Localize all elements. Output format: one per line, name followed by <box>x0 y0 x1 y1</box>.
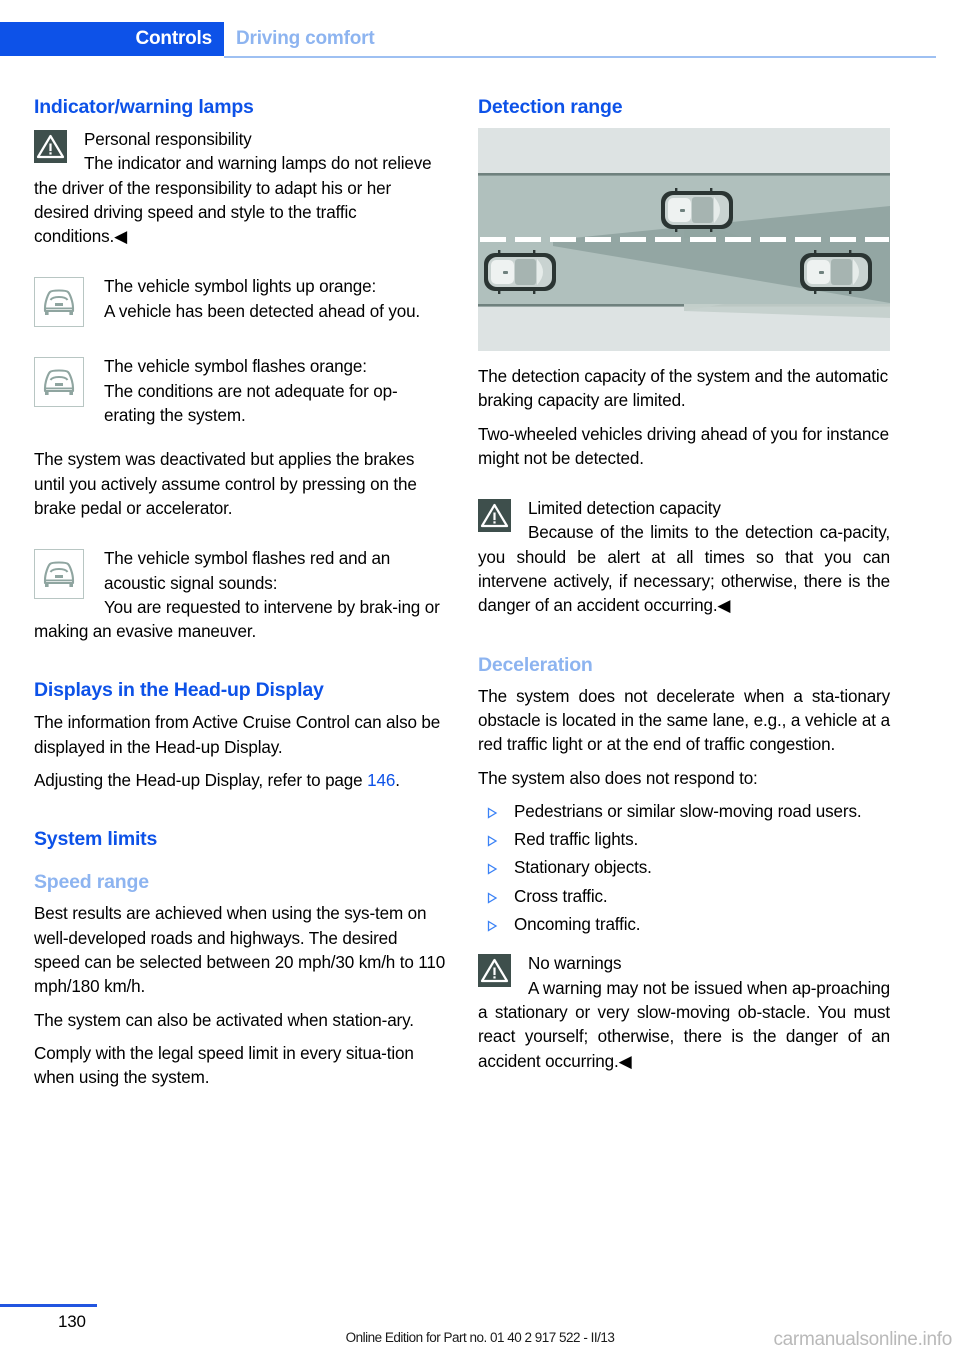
heading-detection-range: Detection range <box>478 96 623 118</box>
paragraph-hud-adjust-post: . <box>395 771 400 791</box>
paragraph-detection-capacity: The detection capacity of the system and… <box>478 367 888 411</box>
symbol-block-orange-flashing: The vehicle symbol flashes orange: The c… <box>34 355 446 428</box>
list-item-label: Stationary objects. <box>514 858 652 878</box>
warning-triangle-icon <box>478 954 511 988</box>
list-item-label: Oncoming traffic. <box>514 915 641 935</box>
car-front-symbol-icon <box>34 277 84 328</box>
bullet-triangle-icon <box>482 863 498 876</box>
list-item-label: Red traffic lights. <box>514 830 639 850</box>
paragraph-best-results: Best results are achieved when using the… <box>34 904 446 997</box>
list-item: Stationary objects. <box>478 856 890 880</box>
warning-no-warnings: No warnings A warning may not be issued … <box>478 952 890 1073</box>
header-divider <box>224 56 936 58</box>
heading-speed-range: Speed range <box>34 871 149 894</box>
own-vehicle <box>484 250 556 294</box>
right-column: Detection range The detection capacity o… <box>478 96 890 1083</box>
warning-personal-responsibility: Personal responsibility The indicator an… <box>34 128 446 249</box>
page-number: 130 <box>58 1312 86 1331</box>
detection-range-diagram <box>478 128 890 351</box>
symbol-block-orange-steady: The vehicle symbol lights up orange: A v… <box>34 275 446 329</box>
list-item: Red traffic lights. <box>478 828 890 852</box>
symbol-title: The vehicle symbol flashes orange: <box>104 357 367 377</box>
symbol-text: You are requested to intervene by brak‐i… <box>34 597 440 642</box>
footer-watermark: carmanualsonline.info <box>773 1329 952 1350</box>
vehicle-ahead-adjacent-lane <box>661 188 733 232</box>
paragraph-hud-info: The information from Active Cruise Contr… <box>34 713 441 757</box>
paragraph-hud-adjust-pre: Adjusting the Head-up Display, refer to … <box>34 771 368 791</box>
warning-text: A warning may not be issued when ap‐proa… <box>478 978 890 1071</box>
heading-deceleration: Deceleration <box>478 653 593 676</box>
car-front-symbol-icon <box>34 549 84 600</box>
paragraph-system-deactivated: The system was deactivated but applies t… <box>34 450 417 518</box>
no-respond-list: Pedestrians or similar slow-moving road … <box>478 800 890 937</box>
list-item: Cross traffic. <box>478 885 890 909</box>
symbol-block-red-flashing: The vehicle symbol flashes red and an ac… <box>34 547 446 644</box>
paragraph-hud-adjust: Adjusting the Head-up Display, refer to … <box>34 769 446 793</box>
list-item: Pedestrians or similar slow-moving road … <box>478 800 890 824</box>
header-chapter-band: Controls <box>0 22 224 56</box>
symbol-text: A vehicle has been detected ahead of you… <box>104 301 421 321</box>
header-section-label: Driving comfort <box>236 28 375 49</box>
heading-system-limits: System limits <box>34 828 158 851</box>
warning-limited-detection-capacity: Limited detection capacity Because of th… <box>478 497 890 618</box>
page-reference-link[interactable]: 146 <box>367 771 395 790</box>
paragraph-system-no-respond: The system also does not respond to: <box>478 768 758 788</box>
list-item: Oncoming traffic. <box>478 913 890 937</box>
warning-text: Because of the limits to the detection c… <box>478 523 890 616</box>
bullet-triangle-icon <box>482 806 498 819</box>
header-chapter-label: Controls <box>135 28 212 49</box>
heading-displays-head-up-display: Displays in the Head-up Display <box>34 679 324 702</box>
list-item-label: Pedestrians or similar slow-moving road … <box>514 801 862 821</box>
car-front-symbol-icon <box>34 357 84 408</box>
list-item-label: Cross traffic. <box>514 886 608 906</box>
bullet-triangle-icon <box>482 891 498 904</box>
warning-title: Personal responsibility <box>84 130 252 149</box>
left-column: Indicator/warning lamps Personal respons… <box>34 96 446 1099</box>
vehicle-ahead-same-lane <box>800 250 872 294</box>
symbol-title: The vehicle symbol lights up orange: <box>104 277 377 297</box>
paragraph-comply-speed-limit: Comply with the legal speed limit in eve… <box>34 1043 414 1088</box>
paragraph-stationary-obstacle: The system does not decelerate when a st… <box>478 686 890 755</box>
warning-text: The indicator and warning lamps do not r… <box>34 154 432 247</box>
warning-triangle-icon <box>34 130 67 163</box>
symbol-title: The vehicle symbol flashes red and an ac… <box>104 549 391 593</box>
warning-triangle-icon <box>478 499 511 533</box>
footer-rule <box>0 1304 97 1307</box>
symbol-text: The conditions are not adequate for op‐e… <box>104 381 398 426</box>
warning-title: Limited detection capacity <box>528 499 721 519</box>
warning-title: No warnings <box>528 954 622 974</box>
bullet-triangle-icon <box>482 920 498 932</box>
page-header: Controls Driving comfort <box>0 22 960 58</box>
bullet-triangle-icon <box>482 835 498 847</box>
heading-indicator-warning-lamps: Indicator/warning lamps <box>34 96 254 118</box>
paragraph-two-wheeled-vehicles: Two-wheeled vehicles driving ahead of yo… <box>478 424 889 468</box>
paragraph-activated-stationary: The system can also be activated when st… <box>34 1010 414 1030</box>
